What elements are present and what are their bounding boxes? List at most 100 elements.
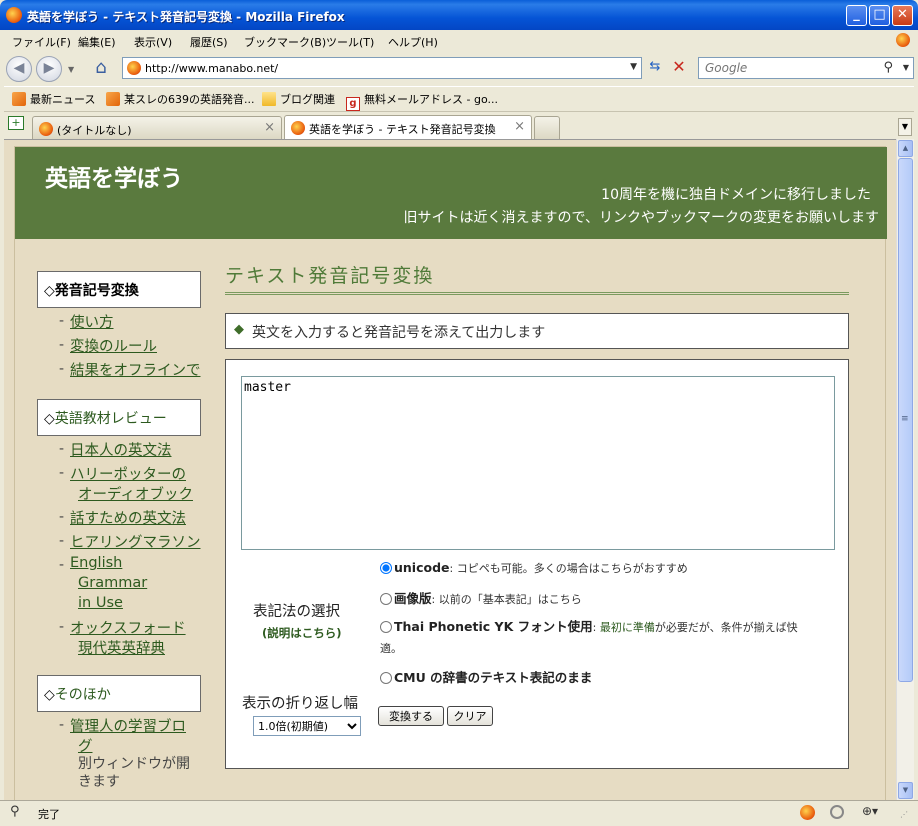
conversion-form: master unicode: コピペも可能。多くの場合はこちらがおすすめ 画像…: [225, 359, 849, 769]
menu-bar: ファイル(F) 編集(E) 表示(V) 履歴(S) ブックマーク(B) ツール(…: [4, 30, 914, 52]
url-dropdown-icon[interactable]: ▼: [630, 62, 637, 72]
sidebar-link-harry-potter[interactable]: ハリーポッターの: [70, 463, 186, 484]
bookmark-item[interactable]: g 無料メールアドレス - go...: [346, 91, 498, 111]
throbber-icon: [896, 33, 910, 47]
wrap-width-select[interactable]: 1.0倍(初期値): [253, 716, 361, 736]
sidebar-link-other[interactable]: そのほか: [55, 687, 111, 703]
option-cmu[interactable]: CMU の辞書のテキスト表記のまま: [380, 667, 592, 686]
sidebar-section-title: ◇そのほか: [37, 675, 201, 712]
search-engine-dropdown-icon[interactable]: ▼: [903, 63, 909, 72]
scroll-grip-icon: ≡: [901, 414, 909, 424]
option-thai-phonetic-wrap: 適。: [380, 642, 402, 655]
bullet-dash: -: [59, 533, 65, 549]
menu-help[interactable]: ヘルプ(H): [388, 34, 438, 50]
sidebar-link-oxford[interactable]: オックスフォード: [70, 617, 186, 638]
sidebar-link-rules[interactable]: 変換のルール: [70, 335, 157, 356]
sidebar-section-title: ◇発音記号変換: [37, 271, 201, 308]
home-button[interactable]: ⌂: [90, 58, 112, 78]
menu-history[interactable]: 履歴(S): [190, 34, 228, 50]
status-bar: ⚲ 完了 ⊕▾ ⋰: [0, 800, 918, 826]
search-icon[interactable]: ⚲: [883, 60, 893, 75]
site-title: 英語を学ぼう: [45, 166, 183, 192]
page: 英語を学ぼう 10周年を機に独自ドメインに移行しました 旧サイトは近く消えますの…: [14, 146, 887, 800]
notation-help-link[interactable]: (説明はこちら): [262, 625, 342, 641]
page-title: テキスト発音記号変換: [225, 265, 435, 287]
folder-icon: [262, 92, 276, 106]
title-divider: [225, 292, 849, 295]
sidebar-link-reviews[interactable]: 英語教材レビュー: [55, 411, 167, 427]
rss-icon: [106, 92, 120, 106]
search-bar[interactable]: ⚲ ▼: [698, 57, 914, 79]
tab-bar: + (タイトルなし) × 英語を学ぼう - テキスト発音記号変換 × ▼: [4, 111, 914, 139]
firefox-status-icon[interactable]: [800, 805, 815, 820]
radio-cmu[interactable]: [380, 672, 392, 684]
sidebar-link-usage[interactable]: 使い方: [70, 311, 114, 332]
sidebar-link-english[interactable]: English: [70, 555, 122, 571]
sidebar-link-blog[interactable]: 管理人の学習ブロ: [70, 715, 186, 736]
menu-bookmarks[interactable]: ブックマーク(B): [244, 34, 326, 50]
site-favicon-icon: [127, 61, 141, 75]
close-button[interactable]: ✕: [892, 5, 913, 26]
wrap-width-label: 表示の折り返し幅: [242, 696, 358, 712]
menu-edit[interactable]: 編集(E): [78, 34, 116, 50]
search-input[interactable]: [705, 60, 865, 76]
option-image[interactable]: 画像版: 以前の「基本表記」はこちら: [380, 588, 582, 607]
bullet-dash: -: [59, 465, 65, 481]
tab-close-icon[interactable]: ×: [514, 119, 525, 134]
tab-list-dropdown-icon[interactable]: ▼: [898, 118, 912, 136]
history-dropdown-icon[interactable]: ▼: [68, 65, 74, 74]
bookmark-item[interactable]: 某スレの639の英語発音...: [106, 91, 255, 107]
sidebar-link-hearing-marathon[interactable]: ヒアリングマラソン: [70, 531, 201, 552]
bullet-dash: -: [59, 557, 65, 573]
title-bar: 英語を学ぼう - テキスト発音記号変換 - Mozilla Firefox _ …: [0, 0, 918, 30]
convert-button[interactable]: 変換する: [378, 706, 444, 726]
radio-image[interactable]: [380, 593, 392, 605]
option-unicode[interactable]: unicode: コピペも可能。多くの場合はこちらがおすすめ: [380, 560, 688, 576]
bookmarks-toolbar: 最新ニュース 某スレの639の英語発音... ブログ関連 g 無料メールアドレス …: [4, 86, 914, 111]
prepare-first-link[interactable]: 最初に準備: [600, 621, 655, 634]
sidebar-link-grammar-word[interactable]: Grammar: [78, 575, 147, 591]
minimize-button[interactable]: _: [846, 5, 867, 26]
bookmark-item[interactable]: 最新ニュース: [12, 91, 95, 107]
sidebar-section-title: ◇英語教材レビュー: [37, 399, 201, 436]
radio-unicode[interactable]: [380, 562, 392, 574]
scroll-up-icon[interactable]: ▲: [898, 140, 913, 157]
noscript-icon[interactable]: [830, 805, 844, 819]
find-icon[interactable]: ⚲: [10, 804, 20, 819]
bullet-dash: -: [59, 361, 65, 377]
go-reload-icon[interactable]: ⇆: [646, 59, 664, 77]
bullet-dash: -: [59, 313, 65, 329]
maximize-button[interactable]: □: [869, 5, 890, 26]
tab-untitled[interactable]: (タイトルなし) ×: [32, 116, 282, 139]
option-thai-phonetic[interactable]: Thai Phonetic YK フォント使用: 最初に準備が必要だが、条件が揃…: [380, 616, 798, 635]
url-input[interactable]: [145, 60, 615, 76]
tab-empty-slot: [534, 116, 560, 139]
bookmark-item[interactable]: ブログ関連: [262, 91, 335, 107]
zoom-icon[interactable]: ⊕▾: [862, 804, 878, 818]
url-bar[interactable]: ▼: [122, 57, 642, 79]
menu-tools[interactable]: ツール(T): [326, 34, 374, 50]
clear-button[interactable]: クリア: [447, 706, 493, 726]
radio-thai-phonetic[interactable]: [380, 621, 392, 633]
menu-view[interactable]: 表示(V): [134, 34, 172, 50]
sidebar-link-speaking-grammar[interactable]: 話すための英文法: [70, 507, 186, 528]
resize-grip-icon[interactable]: ⋰: [900, 810, 908, 819]
sidebar-link-in-use[interactable]: in Use: [78, 595, 123, 611]
back-button[interactable]: ◀: [6, 56, 32, 82]
forward-button[interactable]: ▶: [36, 56, 62, 82]
menu-file[interactable]: ファイル(F): [12, 34, 71, 50]
bullet-dash: -: [59, 509, 65, 525]
vertical-scrollbar[interactable]: ▲ ≡ ▼: [896, 139, 914, 800]
sidebar-link-audiobook[interactable]: オーディオブック: [78, 483, 193, 504]
bullet-dash: -: [59, 619, 65, 635]
tab-manabo[interactable]: 英語を学ぼう - テキスト発音記号変換 ×: [284, 115, 532, 139]
tab-close-icon[interactable]: ×: [264, 120, 275, 135]
new-tab-icon[interactable]: +: [8, 116, 24, 130]
stop-icon[interactable]: ✕: [670, 58, 688, 76]
sidebar-link-grammar[interactable]: 日本人の英文法: [70, 439, 172, 460]
scroll-down-icon[interactable]: ▼: [898, 782, 913, 799]
sidebar-link-oxford-dictionary[interactable]: 現代英英辞典: [78, 637, 165, 658]
english-text-input[interactable]: master: [241, 376, 835, 550]
notice-line-1: 10周年を機に独自ドメインに移行しました: [601, 187, 871, 203]
sidebar-link-offline[interactable]: 結果をオフラインで: [70, 359, 201, 380]
